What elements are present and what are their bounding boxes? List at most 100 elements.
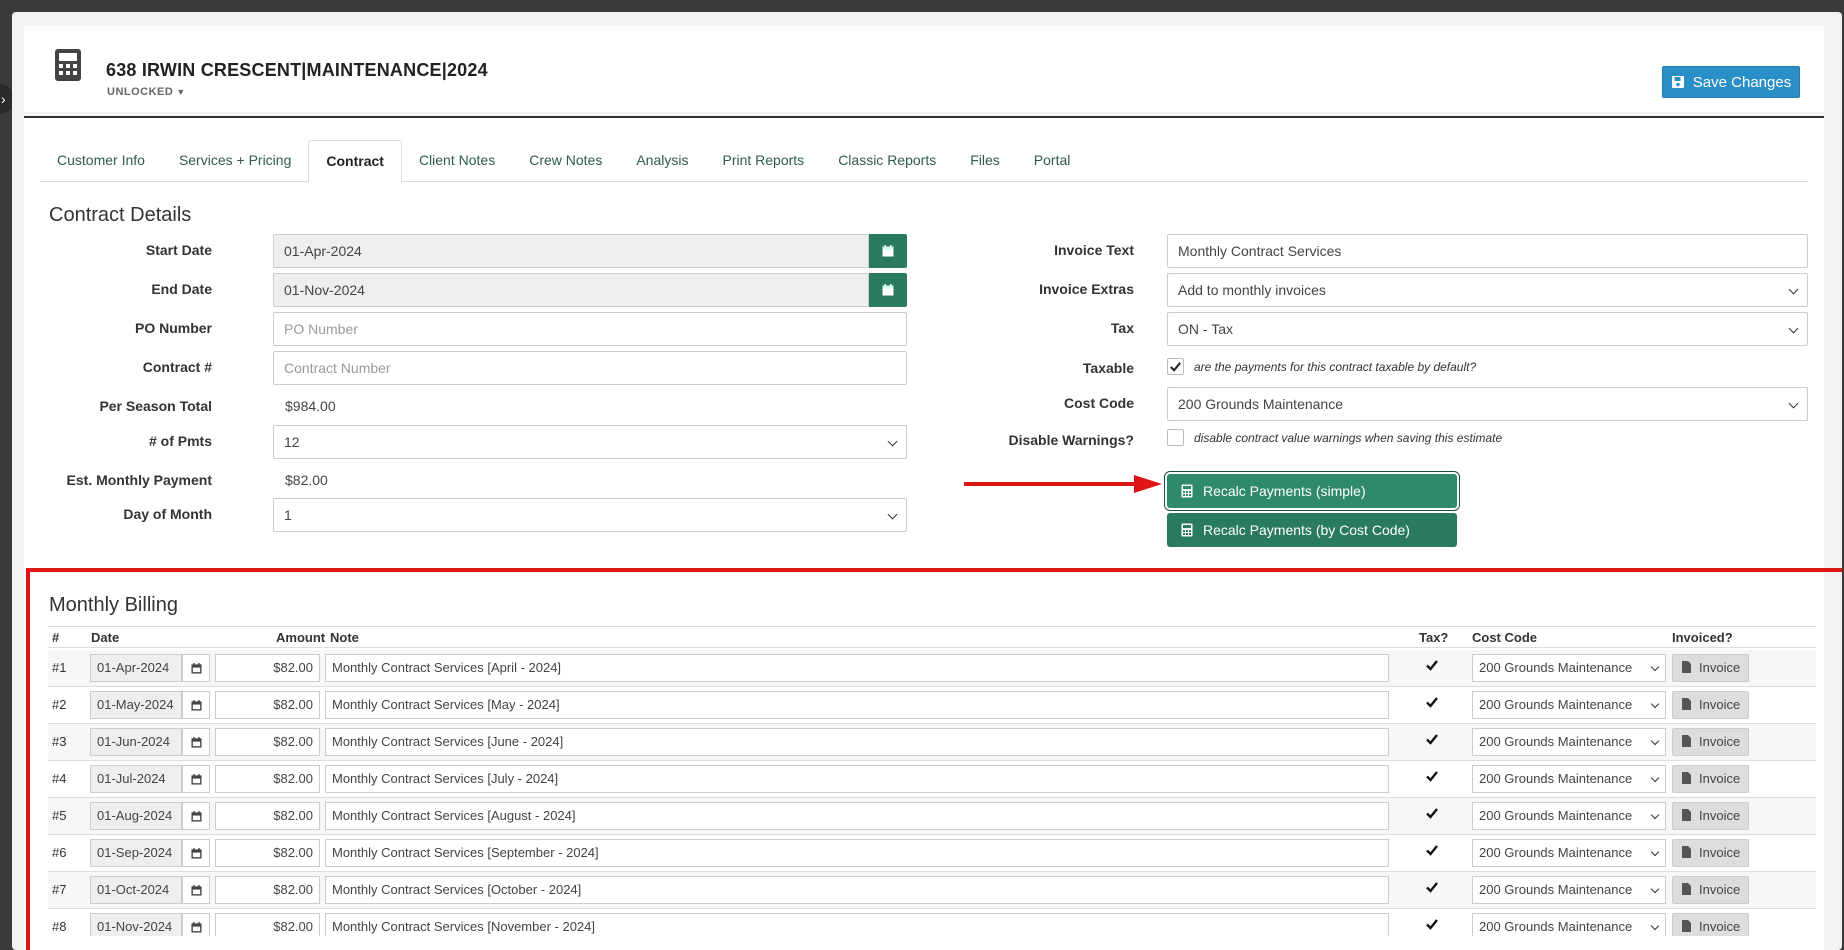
row-cost-code-select[interactable]: 200 Grounds Maintenance xyxy=(1472,876,1666,904)
row-tax-checkbox[interactable] xyxy=(1424,731,1440,747)
row-note-input[interactable]: Monthly Contract Services [November - 20… xyxy=(325,913,1389,936)
tab-files[interactable]: Files xyxy=(953,140,1017,182)
row-cost-code-select[interactable]: 200 Grounds Maintenance xyxy=(1472,654,1666,682)
row-tax-checkbox[interactable] xyxy=(1424,916,1440,932)
invoice-label: Invoice xyxy=(1699,808,1741,823)
tax-select[interactable]: ON - Tax xyxy=(1167,312,1808,346)
row-tax-checkbox[interactable] xyxy=(1424,694,1440,710)
row-note-input[interactable]: Monthly Contract Services [October - 202… xyxy=(325,876,1389,904)
row-amount-input[interactable]: $82.00 xyxy=(215,913,320,936)
row-amount-input[interactable]: $82.00 xyxy=(215,728,320,756)
document-icon xyxy=(1682,846,1691,858)
row-cost-code-select[interactable]: 200 Grounds Maintenance xyxy=(1472,802,1666,830)
recalc-payments-cost-code-button[interactable]: Recalc Payments (by Cost Code) xyxy=(1167,513,1457,547)
tab-crew-notes[interactable]: Crew Notes xyxy=(512,140,619,182)
save-changes-button[interactable]: Save Changes xyxy=(1662,66,1800,98)
row-invoice-button[interactable]: Invoice xyxy=(1672,802,1750,830)
row-amount-input[interactable]: $82.00 xyxy=(215,839,320,867)
row-tax-checkbox[interactable] xyxy=(1424,842,1440,858)
tab-print-reports[interactable]: Print Reports xyxy=(705,140,821,182)
row-tax-checkbox[interactable] xyxy=(1424,768,1440,784)
row-note-input[interactable]: Monthly Contract Services [June - 2024] xyxy=(325,728,1389,756)
row-invoice-button[interactable]: Invoice xyxy=(1672,876,1750,904)
content-area: Customer Info Services + Pricing Contract C… xyxy=(24,118,1824,950)
calendar-icon xyxy=(190,847,202,859)
monthly-billing-title: Monthly Billing xyxy=(49,594,178,616)
row-calendar-button[interactable] xyxy=(182,802,210,830)
row-invoice-button[interactable]: Invoice xyxy=(1672,691,1750,719)
invoice-text-input[interactable]: Monthly Contract Services xyxy=(1167,234,1808,268)
row-calendar-button[interactable] xyxy=(182,913,210,936)
row-amount-input[interactable]: $82.00 xyxy=(215,691,320,719)
row-calendar-button[interactable] xyxy=(182,765,210,793)
invoice-extras-select[interactable]: Add to monthly invoices xyxy=(1167,273,1808,307)
row-cost-code-select[interactable]: 200 Grounds Maintenance xyxy=(1472,765,1666,793)
day-of-month-label: Day of Month xyxy=(123,506,212,522)
tab-contract[interactable]: Contract xyxy=(308,140,402,183)
tab-customer-info[interactable]: Customer Info xyxy=(40,140,162,182)
calendar-icon xyxy=(190,810,202,822)
tab-analysis[interactable]: Analysis xyxy=(619,140,705,182)
row-amount-input[interactable]: $82.00 xyxy=(215,654,320,682)
row-cost-code-select[interactable]: 200 Grounds Maintenance xyxy=(1472,728,1666,756)
chevron-right-icon: › xyxy=(1,91,6,107)
row-cost-code-select[interactable]: 200 Grounds Maintenance xyxy=(1472,913,1666,936)
row-date-input[interactable]: 01-Sep-2024 xyxy=(90,839,182,867)
invoice-label: Invoice xyxy=(1699,660,1741,675)
col-date: Date xyxy=(91,630,120,645)
tab-services-pricing[interactable]: Services + Pricing xyxy=(162,140,308,182)
floppy-disk-icon xyxy=(1671,76,1684,88)
col-tax: Tax? xyxy=(1419,630,1449,645)
cost-code-select[interactable]: 200 Grounds Maintenance xyxy=(1167,387,1808,421)
row-note-input[interactable]: Monthly Contract Services [May - 2024] xyxy=(325,691,1389,719)
row-calendar-button[interactable] xyxy=(182,839,210,867)
row-invoice-button[interactable]: Invoice xyxy=(1672,839,1750,867)
row-calendar-button[interactable] xyxy=(182,728,210,756)
billing-row: #6 01-Sep-2024 $82.00 Monthly Contract Serv… xyxy=(48,835,1816,872)
row-amount-input[interactable]: $82.00 xyxy=(215,876,320,904)
recalc-payments-simple-button[interactable]: Recalc Payments (simple) xyxy=(1167,474,1457,508)
row-amount-input[interactable]: $82.00 xyxy=(215,802,320,830)
lock-status-dropdown[interactable]: UNLOCKED ▼ xyxy=(107,86,186,98)
red-arrow-annotation xyxy=(964,475,1162,493)
document-icon xyxy=(1682,920,1691,932)
disable-warnings-label: Disable Warnings? xyxy=(1008,432,1134,448)
row-date-input[interactable]: 01-Apr-2024 xyxy=(90,654,182,682)
row-date-input[interactable]: 01-Jun-2024 xyxy=(90,728,182,756)
row-date-input[interactable]: 01-Aug-2024 xyxy=(90,802,182,830)
row-number: #1 xyxy=(52,660,67,675)
row-tax-checkbox[interactable] xyxy=(1424,879,1440,895)
disable-warnings-checkbox[interactable] xyxy=(1167,429,1184,446)
row-calendar-button[interactable] xyxy=(182,691,210,719)
row-date-input[interactable]: 01-Jul-2024 xyxy=(90,765,182,793)
row-invoice-button[interactable]: Invoice xyxy=(1672,765,1750,793)
invoice-label: Invoice xyxy=(1699,734,1741,749)
day-of-month-select[interactable]: 1 xyxy=(273,498,907,532)
col-num: # xyxy=(52,630,60,645)
row-number: #3 xyxy=(52,734,67,749)
row-note-input[interactable]: Monthly Contract Services [July - 2024] xyxy=(325,765,1389,793)
row-invoice-button[interactable]: Invoice xyxy=(1672,913,1750,936)
tab-client-notes[interactable]: Client Notes xyxy=(402,140,512,182)
row-date-input[interactable]: 01-Nov-2024 xyxy=(90,913,182,936)
row-note-input[interactable]: Monthly Contract Services [August - 2024… xyxy=(325,802,1389,830)
row-number: #2 xyxy=(52,697,67,712)
row-note-input[interactable]: Monthly Contract Services [April - 2024] xyxy=(325,654,1389,682)
row-invoice-button[interactable]: Invoice xyxy=(1672,654,1750,682)
tab-classic-reports[interactable]: Classic Reports xyxy=(821,140,953,182)
row-cost-code-select[interactable]: 200 Grounds Maintenance xyxy=(1472,691,1666,719)
row-date-input[interactable]: 01-May-2024 xyxy=(90,691,182,719)
row-calendar-button[interactable] xyxy=(182,876,210,904)
tab-portal[interactable]: Portal xyxy=(1017,140,1088,182)
row-calendar-button[interactable] xyxy=(182,654,210,682)
row-tax-checkbox[interactable] xyxy=(1424,657,1440,673)
row-tax-checkbox[interactable] xyxy=(1424,805,1440,821)
page-title: 638 IRWIN CRESCENT|MAINTENANCE|2024 xyxy=(106,60,488,80)
document-icon xyxy=(1682,735,1691,747)
row-cost-code-select[interactable]: 200 Grounds Maintenance xyxy=(1472,839,1666,867)
row-note-input[interactable]: Monthly Contract Services [September - 2… xyxy=(325,839,1389,867)
taxable-checkbox[interactable] xyxy=(1167,358,1184,375)
row-amount-input[interactable]: $82.00 xyxy=(215,765,320,793)
row-invoice-button[interactable]: Invoice xyxy=(1672,728,1750,756)
row-date-input[interactable]: 01-Oct-2024 xyxy=(90,876,182,904)
